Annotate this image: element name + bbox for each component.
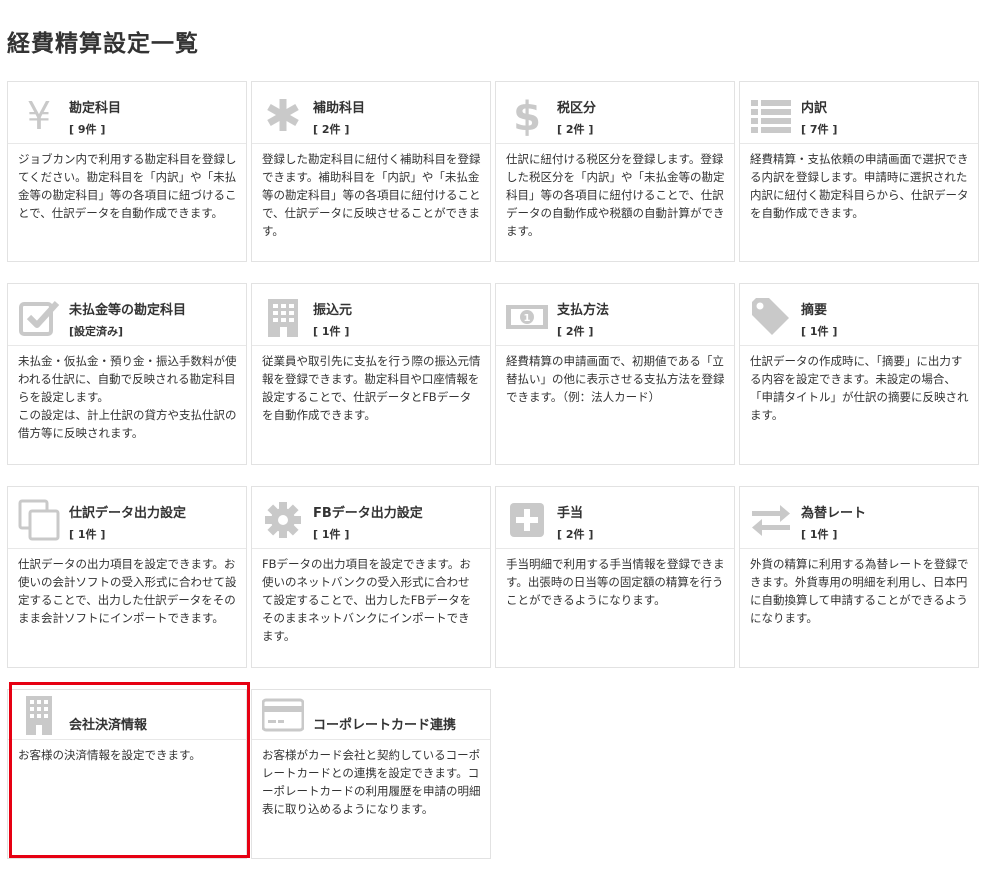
card-description: 登録した勘定科目に紐付く補助科目を登録できます。補助科目を「内訳」や「未払金等の… (262, 152, 481, 238)
card-count: [ 2件 ] (557, 528, 594, 541)
card-count: [ 1件 ] (801, 528, 838, 541)
credit-card-icon (262, 694, 304, 736)
card-title: 税区分 (557, 101, 597, 116)
card-payment-methods[interactable]: 1 支払方法 [ 2件 ] 経費精算の申請画面で、初期値である「立替払い」の他に… (495, 283, 735, 465)
card-title: 会社決済情報 (69, 718, 148, 733)
yen-icon: ¥ (18, 94, 60, 136)
exchange-icon (750, 499, 792, 541)
card-description: 経費精算・支払依頼の申請画面で選択できる内訳を登録します。申請時に選択された内訳… (750, 152, 969, 220)
card-description: お客様がカード会社と契約しているコーポレートカードとの連携を設定できます。コーポ… (262, 748, 481, 816)
card-count: [ 9件 ] (69, 123, 106, 136)
banknote-icon: 1 (506, 296, 548, 338)
card-count: [ 2件 ] (313, 123, 350, 136)
card-count: [ 2件 ] (557, 325, 594, 338)
card-description: 外貨の精算に利用する為替レートを登録できます。外貨専用の明細を利用し、日本円に自… (750, 557, 969, 625)
card-title: FBデータ出力設定 (313, 506, 423, 521)
gear-icon (262, 499, 304, 541)
list-icon (750, 94, 792, 136)
card-breakdown[interactable]: 内訳 [ 7件 ] 経費精算・支払依頼の申請画面で選択できる内訳を登録します。申… (739, 81, 979, 262)
asterisk-icon (262, 94, 304, 136)
card-title: コーポレートカード連携 (313, 718, 457, 733)
card-tax-categories[interactable]: $ 税区分 [ 2件 ] 仕訳に紐付ける税区分を登録します。登録した税区分を「内… (495, 81, 735, 262)
svg-text:$: $ (513, 94, 541, 136)
card-description: お客様の決済情報を設定できます。 (18, 748, 201, 762)
card-description: 仕訳に紐付ける税区分を登録します。登録した税区分を「内訳」や「未払金等の勘定科目… (506, 152, 725, 238)
card-sub-accounts[interactable]: 補助科目 [ 2件 ] 登録した勘定科目に紐付く補助科目を登録できます。補助科目… (251, 81, 491, 262)
card-count: [ 1件 ] (313, 528, 350, 541)
card-title: 未払金等の勘定科目 (69, 303, 187, 318)
card-account-titles[interactable]: ¥ 勘定科目 [ 9件 ] ジョブカン内で利用する勘定科目を登録してください。勘… (7, 81, 247, 262)
card-count: [ 1件 ] (801, 325, 838, 338)
card-journal-export-settings[interactable]: 仕訳データ出力設定 [ 1件 ] 仕訳データの出力項目を設定できます。お使いの会… (7, 486, 247, 668)
building-icon (262, 296, 304, 338)
page-title: 経費精算設定一覧 (7, 31, 199, 57)
card-count: [ 2件 ] (557, 123, 594, 136)
dollar-icon: $ (506, 94, 548, 136)
svg-text:¥: ¥ (27, 94, 51, 136)
card-title: 振込元 (313, 303, 353, 318)
card-payable-accounts[interactable]: 未払金等の勘定科目 [設定済み] 未払金・仮払金・預り金・振込手数料が使われる仕… (7, 283, 247, 465)
card-title: 勘定科目 (69, 101, 122, 116)
tag-icon (750, 296, 792, 338)
card-title: 為替レート (801, 506, 867, 521)
card-title: 仕訳データ出力設定 (69, 506, 187, 521)
card-title: 摘要 (801, 303, 828, 318)
card-title: 内訳 (801, 101, 828, 116)
card-corporate-card-integration[interactable]: コーポレートカード連携 お客様がカード会社と契約しているコーポレートカードとの連… (251, 689, 491, 859)
card-title: 支払方法 (557, 303, 610, 318)
card-count: [設定済み] (69, 325, 124, 338)
card-exchange-rates[interactable]: 為替レート [ 1件 ] 外貨の精算に利用する為替レートを登録できます。外貨専用… (739, 486, 979, 668)
card-description: 手当明細で利用する手当情報を登録できます。出張時の日当等の固定額の精算を行うこと… (506, 557, 725, 607)
card-description: FBデータの出力項目を設定できます。お使いのネットバンクの受入形式に合わせて設定… (262, 557, 472, 643)
card-count: [ 1件 ] (69, 528, 106, 541)
card-title: 手当 (557, 506, 584, 521)
card-description: 経費精算の申請画面で、初期値である「立替払い」の他に表示させる支払方法を登録でき… (506, 354, 725, 404)
svg-text:1: 1 (524, 313, 531, 324)
card-description: 仕訳データの出力項目を設定できます。お使いの会計ソフトの受入形式に合わせて設定す… (18, 557, 237, 625)
card-count: [ 7件 ] (801, 123, 838, 136)
card-summary[interactable]: 摘要 [ 1件 ] 仕訳データの作成時に、「摘要」に出力する内容を設定できます。… (739, 283, 979, 465)
checkbox-icon (18, 296, 60, 338)
card-title: 補助科目 (313, 101, 366, 116)
card-description: 未払金・仮払金・預り金・振込手数料が使われる仕訳に、自動で反映される勘定科目らを… (18, 354, 237, 440)
card-description: 従業員や取引先に支払を行う際の振込元情報を登録できます。勘定科目や口座情報を設定… (262, 354, 481, 422)
card-description: 仕訳データの作成時に、「摘要」に出力する内容を設定できます。未設定の場合、「申請… (750, 354, 969, 422)
card-company-payment-info[interactable]: 会社決済情報 お客様の決済情報を設定できます。 (7, 689, 247, 859)
card-transfer-source[interactable]: 振込元 [ 1件 ] 従業員や取引先に支払を行う際の振込元情報を登録できます。勘… (251, 283, 491, 465)
plus-square-icon (506, 499, 548, 541)
office-building-icon (18, 694, 60, 736)
card-allowances[interactable]: 手当 [ 2件 ] 手当明細で利用する手当情報を登録できます。出張時の日当等の固… (495, 486, 735, 668)
card-count: [ 1件 ] (313, 325, 350, 338)
card-fb-export-settings[interactable]: FBデータ出力設定 [ 1件 ] FBデータの出力項目を設定できます。お使いのネ… (251, 486, 491, 668)
copy-icon (18, 499, 60, 541)
card-description: ジョブカン内で利用する勘定科目を登録してください。勘定科目を「内訳」や「未払金等… (18, 152, 237, 220)
